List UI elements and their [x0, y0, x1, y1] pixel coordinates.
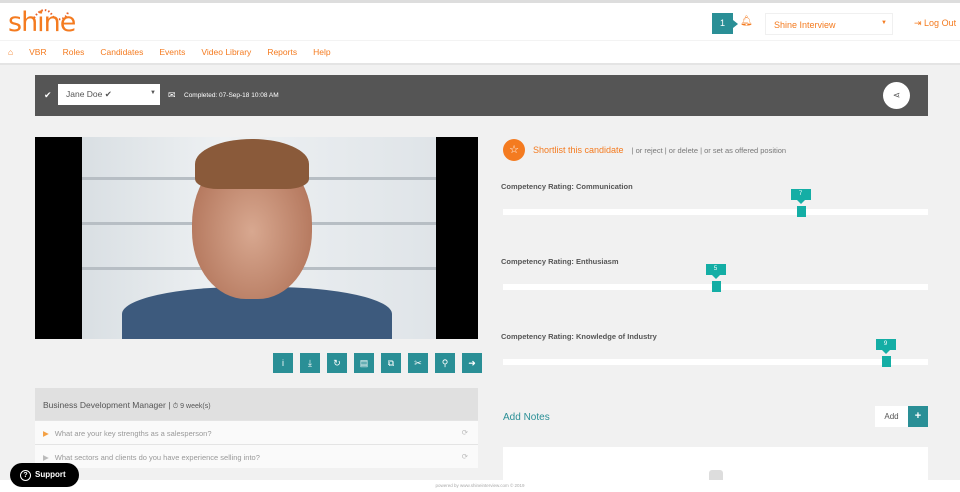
logout-label: Log Out	[924, 18, 957, 28]
scissors-icon[interactable]: ✂	[408, 353, 428, 373]
role-title: Business Development Manager |	[43, 400, 173, 410]
slider-value: 9	[875, 339, 896, 354]
envelope-icon: ✉	[168, 90, 176, 100]
slider-handle[interactable]	[711, 281, 721, 292]
video-frame	[82, 137, 436, 339]
rating-knowledge-of-industry: Competency Rating: Knowledge of Industry…	[501, 332, 928, 367]
caret-down-icon: ▼	[150, 90, 156, 96]
candidate-bar: ✔ Jane Doe ✔ ▼ ✉ Completed: 07-Sep-18 10:…	[35, 75, 928, 116]
role-duration: ⏱ 9 week(s)	[172, 403, 211, 410]
nav-candidates[interactable]: Candidates	[100, 47, 143, 57]
caret-down-icon: ▼	[881, 20, 887, 26]
support-button[interactable]: ? Support	[10, 463, 79, 487]
info-icon[interactable]: i	[273, 353, 293, 373]
retake-icon: ⟳	[461, 452, 468, 461]
role-header: Business Development Manager | ⏱ 9 week(…	[35, 388, 478, 420]
nav-video-library[interactable]: Video Library	[201, 47, 251, 57]
slider-value: 5	[705, 264, 726, 279]
company-select[interactable]: Shine Interview ▼	[765, 13, 893, 35]
question-circle-icon: ?	[20, 470, 31, 481]
share-icon: ⋖	[892, 90, 901, 100]
video-player[interactable]	[35, 137, 478, 339]
slider-value: 7	[790, 189, 811, 204]
add-notes-title: Add Notes	[503, 412, 550, 423]
question-text: What are your key strengths as a salespe…	[54, 429, 212, 438]
header: shine 1 🔔︎ Shine Interview ▼ ⇥ Log Out	[0, 3, 960, 41]
question-text: What sectors and clients do you have exp…	[54, 453, 260, 462]
bell-icon[interactable]: 🔔︎	[740, 16, 753, 27]
main-nav: ⌂ VBR Roles Candidates Events Video Libr…	[0, 41, 960, 65]
nav-vbr[interactable]: VBR	[29, 47, 46, 57]
logout-link[interactable]: ⇥ Log Out	[914, 18, 956, 29]
candidate-select[interactable]: Jane Doe ✔ ▼	[58, 84, 160, 105]
logo[interactable]: shine	[8, 7, 76, 38]
add-note-button[interactable]: Add	[875, 406, 908, 427]
play-icon: ▶	[43, 453, 49, 462]
document-icon[interactable]: ▤	[354, 353, 374, 373]
rating-label: Competency Rating: Communication	[501, 182, 633, 191]
search-icon[interactable]: ⚲	[435, 353, 455, 373]
play-icon: ▶	[43, 429, 49, 438]
candidate-name: Jane Doe ✔	[66, 89, 112, 99]
download-icon[interactable]: ⤓	[300, 353, 320, 373]
question-item[interactable]: ▶ What are your key strengths as a salesp…	[35, 420, 478, 444]
share-button[interactable]: ⋖	[883, 82, 910, 109]
shortlist-row: ☆ Shortlist this candidate | or reject |…	[503, 139, 786, 161]
check-icon: ✔	[44, 90, 52, 100]
nav-reports[interactable]: Reports	[267, 47, 297, 57]
slider-track[interactable]	[503, 359, 928, 365]
plus-icon[interactable]: +	[908, 406, 928, 427]
notification-count[interactable]: 1	[712, 13, 738, 34]
refresh-icon[interactable]: ↻	[327, 353, 347, 373]
completed-date: Completed: 07-Sep-18 10:08 AM	[184, 92, 279, 99]
nav-events[interactable]: Events	[159, 47, 185, 57]
support-label: Support	[35, 470, 66, 479]
rating-label: Competency Rating: Knowledge of Industry	[501, 332, 657, 341]
slider-handle[interactable]	[881, 356, 891, 367]
question-item[interactable]: ▶ What sectors and clients do you have ex…	[35, 444, 478, 468]
video-toolbar: i ⤓ ↻ ▤ ⧉ ✂ ⚲ ➜	[273, 353, 482, 373]
arrow-right-icon[interactable]: ➜	[462, 353, 482, 373]
retake-icon: ⟳	[461, 428, 468, 437]
rating-communication: Competency Rating: Communication 7	[501, 182, 928, 217]
star-icon[interactable]: ☆	[503, 139, 525, 161]
shortlist-options[interactable]: | or reject | or delete | or set as offe…	[632, 146, 787, 155]
copy-icon[interactable]: ⧉	[381, 353, 401, 373]
question-panel: Business Development Manager | ⏱ 9 week(…	[35, 388, 478, 478]
footer: powered by www.shineinterview.com © 2019	[0, 480, 960, 492]
slider-handle[interactable]	[796, 206, 806, 217]
rating-enthusiasm: Competency Rating: Enthusiasm 5	[501, 257, 928, 292]
home-icon[interactable]: ⌂	[8, 47, 13, 57]
shortlist-link[interactable]: Shortlist this candidate	[533, 145, 624, 155]
nav-roles[interactable]: Roles	[63, 47, 85, 57]
company-select-value: Shine Interview	[774, 20, 836, 30]
nav-help[interactable]: Help	[313, 47, 330, 57]
slider-track[interactable]	[503, 209, 928, 215]
